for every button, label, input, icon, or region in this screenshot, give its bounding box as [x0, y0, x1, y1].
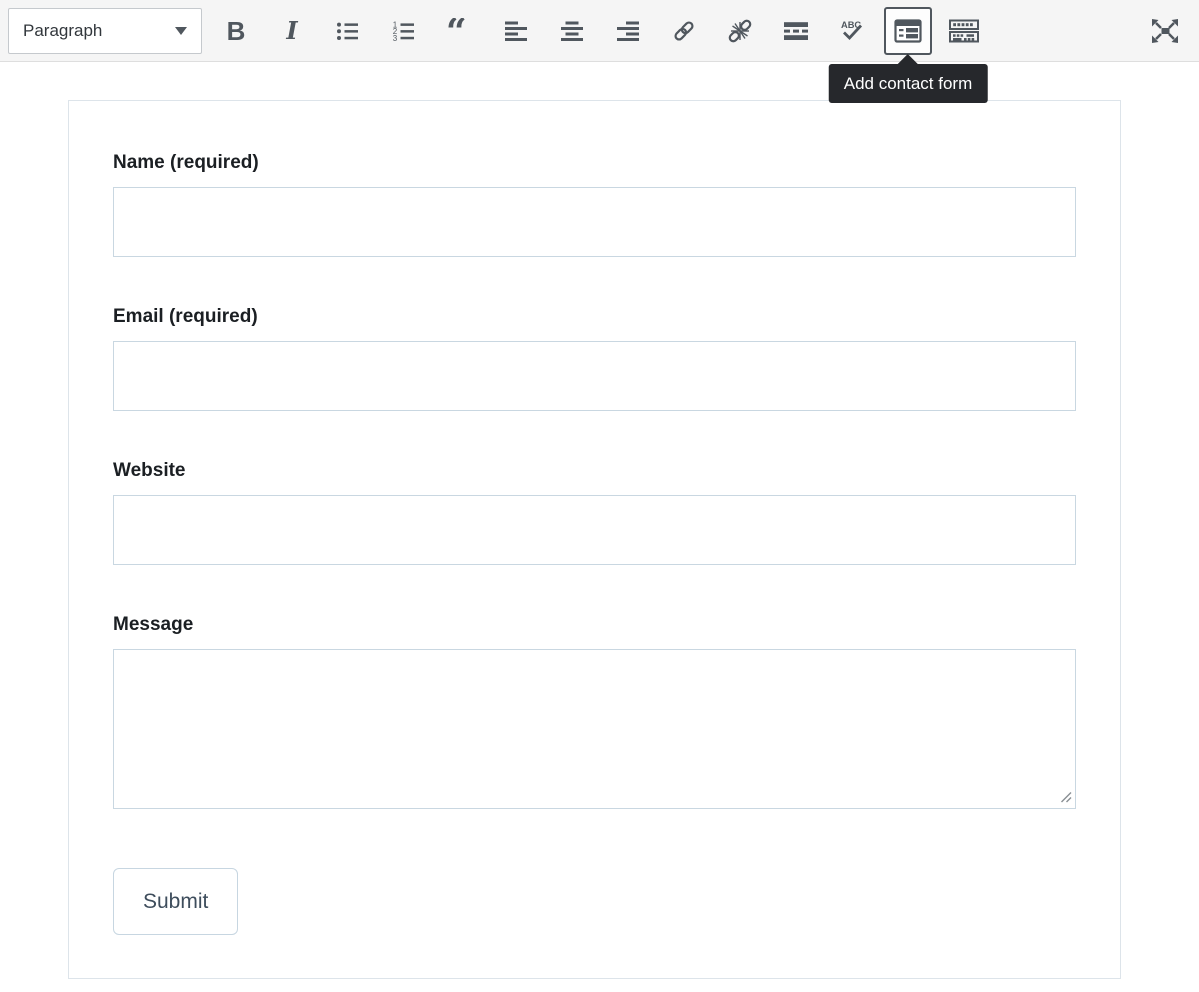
unlink-button[interactable] [716, 7, 764, 55]
field-message: Message [113, 613, 1076, 809]
link-button[interactable] [660, 7, 708, 55]
contact-form-icon [894, 19, 922, 43]
field-label-email: Email (required) [113, 305, 1076, 328]
spellcheck-icon: ABC [840, 19, 864, 43]
email-input[interactable] [113, 341, 1076, 411]
chevron-down-icon [175, 27, 187, 35]
fullscreen-icon [1148, 16, 1182, 46]
keyboard-button[interactable] [940, 7, 988, 55]
paragraph-dropdown[interactable]: Paragraph [8, 8, 202, 54]
field-name: Name (required) [113, 151, 1076, 257]
message-textarea[interactable] [113, 649, 1076, 809]
link-icon [671, 18, 697, 44]
italic-icon: I [286, 19, 297, 43]
align-left-icon [504, 19, 528, 43]
svg-text:3: 3 [393, 33, 398, 42]
bullet-list-icon [336, 19, 360, 43]
spellcheck-button[interactable]: ABC [828, 7, 876, 55]
align-center-icon [560, 19, 584, 43]
tooltip-text: Add contact form [844, 74, 973, 93]
contact-form-preview: Name (required) Email (required) Website… [68, 100, 1121, 979]
blockquote-button[interactable]: “ [436, 7, 484, 55]
svg-text:“: “ [447, 18, 467, 44]
editor-canvas: Name (required) Email (required) Website… [0, 100, 1199, 979]
bold-button[interactable]: B [212, 7, 260, 55]
field-label-name: Name (required) [113, 151, 1076, 174]
numbered-list-icon: 1 2 3 [392, 19, 416, 43]
read-more-icon [784, 19, 808, 43]
field-email: Email (required) [113, 305, 1076, 411]
numbered-list-button[interactable]: 1 2 3 [380, 7, 428, 55]
bullet-list-button[interactable] [324, 7, 372, 55]
field-website: Website [113, 459, 1076, 565]
read-more-button[interactable] [772, 7, 820, 55]
align-right-button[interactable] [604, 7, 652, 55]
align-center-button[interactable] [548, 7, 596, 55]
bold-icon: B [227, 18, 246, 44]
align-left-button[interactable] [492, 7, 540, 55]
submit-button[interactable]: Submit [113, 868, 238, 935]
field-label-message: Message [113, 613, 1076, 636]
italic-button[interactable]: I [268, 7, 316, 55]
tooltip-add-contact-form: Add contact form [829, 64, 988, 103]
editor-toolbar: Paragraph B I 1 2 3 “ [0, 0, 1199, 62]
website-input[interactable] [113, 495, 1076, 565]
unlink-icon [727, 18, 753, 44]
fullscreen-button[interactable] [1141, 7, 1189, 55]
message-textarea-wrap [113, 649, 1076, 809]
paragraph-dropdown-value: Paragraph [23, 21, 102, 41]
field-label-website: Website [113, 459, 1076, 482]
align-right-icon [616, 19, 640, 43]
name-input[interactable] [113, 187, 1076, 257]
add-contact-form-button[interactable] [884, 7, 932, 55]
keyboard-icon [949, 19, 979, 43]
blockquote-icon: “ [447, 18, 473, 44]
